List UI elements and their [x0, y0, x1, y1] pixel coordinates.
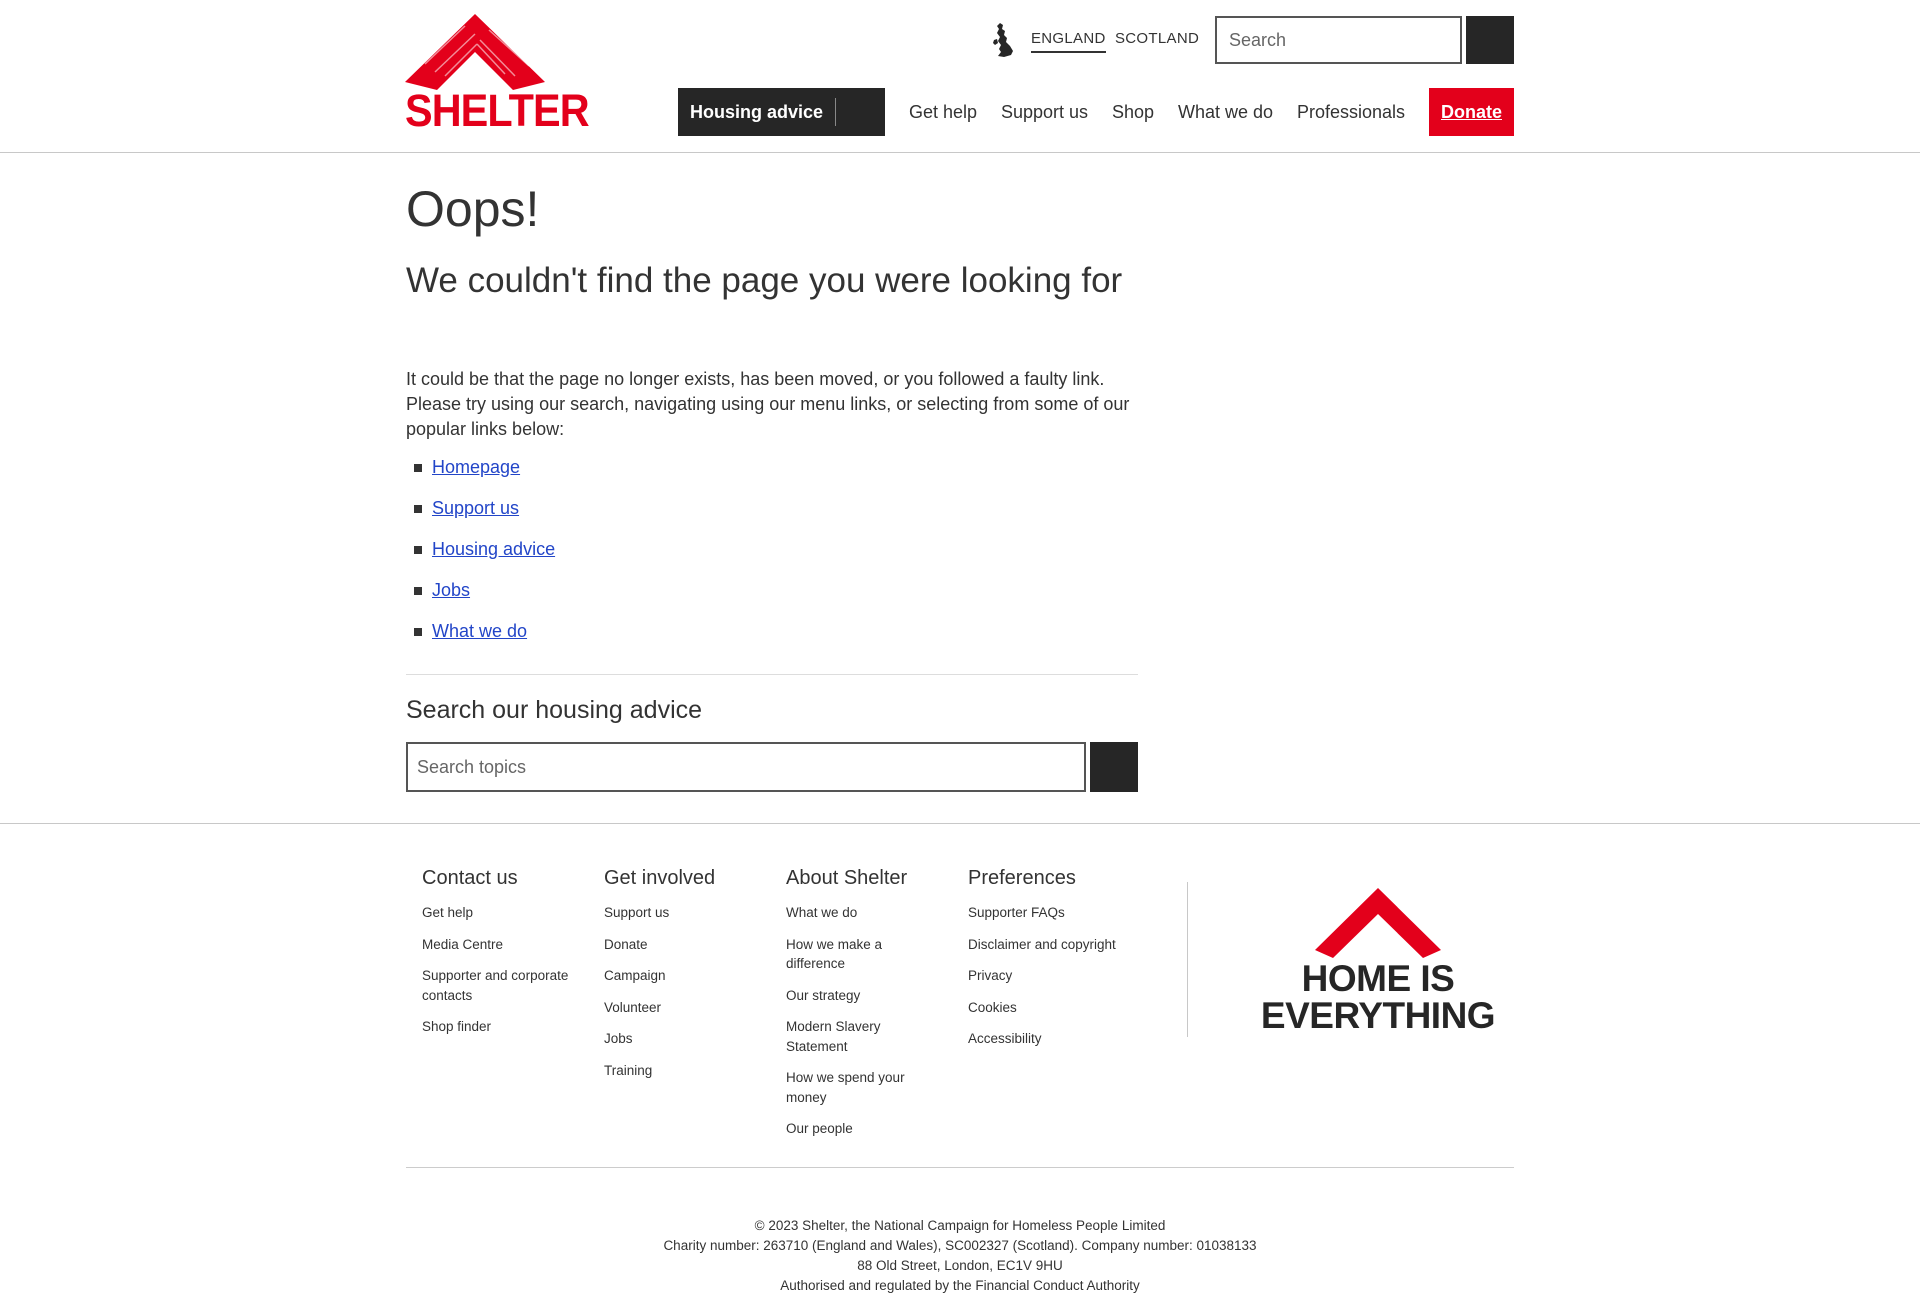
homepage-link[interactable]: Homepage: [432, 457, 520, 477]
footer-top-border: [0, 823, 1920, 824]
footer-heading: About Shelter: [786, 867, 908, 889]
fca-line: Authorised and regulated by the Financia…: [780, 1278, 1140, 1293]
topic-search-input[interactable]: [406, 742, 1086, 792]
housing-advice-link[interactable]: Housing advice: [432, 539, 555, 559]
footer-link[interactable]: Our strategy: [786, 988, 860, 1003]
footer-heading: Contact us: [422, 867, 518, 889]
support-us-link[interactable]: Support us: [432, 498, 519, 518]
footer-column-about-shelter: About Shelter What we do How we make a d…: [786, 866, 926, 1151]
popular-links-list: Homepage Support us Housing advice Jobs …: [406, 456, 555, 661]
button-divider: [835, 98, 836, 126]
bullet-icon: [414, 505, 422, 513]
site-search-button[interactable]: [1466, 16, 1514, 64]
footer-link[interactable]: Modern Slavery Statement: [786, 1019, 881, 1054]
footer-link[interactable]: Volunteer: [604, 1000, 661, 1015]
section-divider: [406, 674, 1138, 675]
footer-link[interactable]: Support us: [604, 905, 669, 920]
search-advice-heading: Search our housing advice: [406, 696, 703, 724]
address-line: 88 Old Street, London, EC1V 9HU: [857, 1258, 1063, 1273]
footer-link[interactable]: Media Centre: [422, 937, 503, 952]
page-title: Oops!: [406, 181, 540, 237]
region-england-link[interactable]: ENGLAND: [1031, 30, 1106, 53]
bullet-icon: [414, 546, 422, 554]
footer-column-contact-us: Contact us Get help Media Centre Support…: [422, 866, 592, 1049]
footer-link[interactable]: Accessibility: [968, 1031, 1042, 1046]
site-header: SHELTER ENGLAND SCOTLAND Housing advice …: [0, 0, 1920, 153]
bullet-icon: [414, 628, 422, 636]
page-intro: It could be that the page no longer exis…: [406, 369, 1130, 439]
nav-shop[interactable]: Shop: [1112, 101, 1154, 123]
footer-vertical-divider: [1187, 882, 1188, 1037]
list-item: Jobs: [406, 579, 555, 620]
footer-link[interactable]: Cookies: [968, 1000, 1017, 1015]
footer-column-preferences: Preferences Supporter FAQs Disclaimer an…: [968, 866, 1158, 1061]
footer-link[interactable]: Our people: [786, 1121, 853, 1136]
footer-link[interactable]: Donate: [604, 937, 648, 952]
jobs-link[interactable]: Jobs: [432, 580, 470, 600]
shelter-logo[interactable]: SHELTER: [405, 14, 590, 136]
footer-link[interactable]: Campaign: [604, 968, 666, 983]
footer-divider: [406, 1167, 1514, 1168]
what-we-do-link[interactable]: What we do: [432, 621, 527, 641]
housing-advice-label: Housing advice: [690, 101, 824, 122]
page-subtitle: We couldn't find the page you were looki…: [406, 261, 1123, 300]
list-item: Housing advice: [406, 538, 555, 579]
footer-link[interactable]: Supporter and corporate contacts: [422, 968, 568, 1003]
tagline-line-2: EVERYTHING: [1260, 995, 1496, 1036]
footer-link[interactable]: Jobs: [604, 1031, 633, 1046]
legal-text: © 2023 Shelter, the National Campaign fo…: [0, 1216, 1920, 1296]
nav-what-we-do[interactable]: What we do: [1178, 101, 1273, 123]
footer-link[interactable]: Shop finder: [422, 1019, 491, 1034]
nav-get-help[interactable]: Get help: [909, 101, 977, 123]
list-item: Support us: [406, 497, 555, 538]
logo-wordmark: SHELTER: [405, 85, 590, 136]
list-item: What we do: [406, 620, 555, 661]
roof-logo-icon: [405, 14, 545, 90]
copyright-line: © 2023 Shelter, the National Campaign fo…: [754, 1218, 1166, 1233]
uk-map-icon: [993, 23, 1013, 57]
footer-link[interactable]: Supporter FAQs: [968, 905, 1065, 920]
footer-heading: Preferences: [968, 867, 1076, 889]
footer-link[interactable]: Privacy: [968, 968, 1012, 983]
footer-link[interactable]: Training: [604, 1063, 652, 1078]
footer-link[interactable]: How we make a difference: [786, 937, 882, 972]
footer-link[interactable]: How we spend your money: [786, 1070, 905, 1105]
footer-link[interactable]: Disclaimer and copyright: [968, 937, 1116, 952]
list-item: Homepage: [406, 456, 555, 497]
topic-search-button[interactable]: [1090, 742, 1138, 792]
bullet-icon: [414, 587, 422, 595]
footer-link[interactable]: Get help: [422, 905, 473, 920]
home-is-everything-tagline: HOME IS EVERYTHING: [1240, 960, 1516, 1034]
region-scotland-link[interactable]: SCOTLAND: [1115, 30, 1199, 48]
bullet-icon: [414, 464, 422, 472]
donate-button[interactable]: Donate: [1429, 88, 1514, 136]
footer-heading: Get involved: [604, 867, 716, 889]
site-search-input[interactable]: [1215, 16, 1462, 64]
nav-support-us[interactable]: Support us: [1001, 101, 1088, 123]
nav-professionals[interactable]: Professionals: [1297, 101, 1405, 123]
footer-column-get-involved: Get involved Support us Donate Campaign …: [604, 866, 754, 1092]
footer-link[interactable]: What we do: [786, 905, 857, 920]
charity-number-line: Charity number: 263710 (England and Wale…: [663, 1238, 1257, 1253]
tagline-line-1: HOME IS: [1301, 958, 1455, 999]
housing-advice-menu-button[interactable]: Housing advice: [678, 88, 885, 136]
